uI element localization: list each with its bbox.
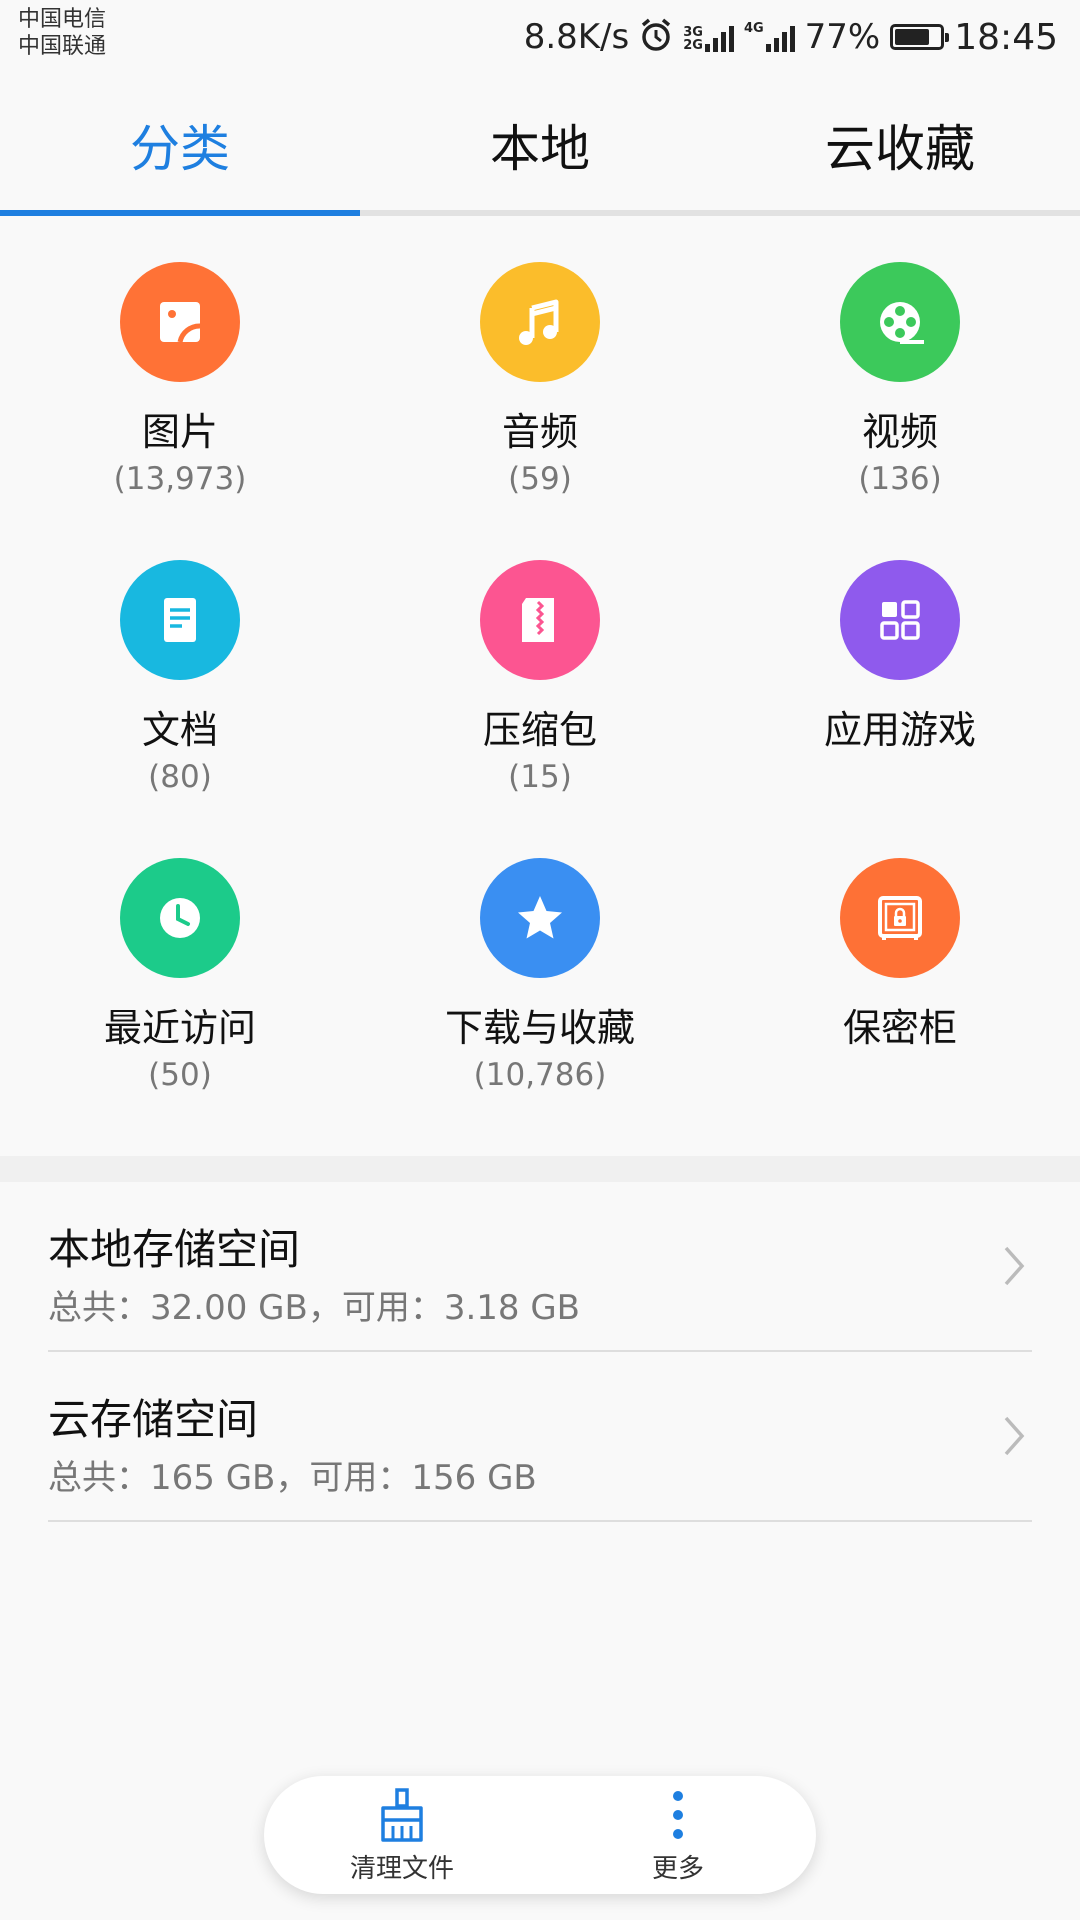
category-label: 音频 xyxy=(501,410,578,454)
safe-icon xyxy=(840,858,960,978)
cloud-storage-row[interactable]: 云存储空间 总共：165 GB，可用：156 GB xyxy=(48,1352,1032,1522)
signal-4g-icon: 4G xyxy=(744,22,795,52)
row-divider xyxy=(48,1520,1032,1522)
alarm-icon xyxy=(639,18,673,56)
more-label: 更多 xyxy=(651,1853,704,1884)
tab-bar: 分类 本地 云收藏 xyxy=(0,80,1080,210)
category-safe[interactable]: 保密柜 xyxy=(720,858,1080,1156)
local-storage-title: 本地存储空间 xyxy=(48,1225,301,1274)
star-icon xyxy=(480,858,600,978)
status-bar: 中国电信 中国联通 8.8K/s 3G 2G 4G 77% 18:45 xyxy=(0,0,1080,72)
network-speed: 8.8K/s xyxy=(523,17,630,57)
section-divider xyxy=(0,1156,1080,1182)
signal-tag-2g: 2G xyxy=(683,38,703,53)
carrier-names: 中国电信 中国联通 xyxy=(18,6,106,60)
category-grid: 图片 (13,973) 音频 (59) 视频 (136) 文档 (80) 压缩包… xyxy=(0,262,1080,1156)
chevron-right-icon xyxy=(1004,1416,1025,1456)
category-label: 文档 xyxy=(141,708,218,752)
tab-track xyxy=(0,210,1080,216)
category-count: (10,786) xyxy=(473,1057,607,1093)
cloud-storage-detail: 总共：165 GB，可用：156 GB xyxy=(48,1458,537,1498)
category-archives[interactable]: 压缩包 (15) xyxy=(360,560,720,858)
category-label: 应用游戏 xyxy=(823,708,976,752)
more-vertical-icon xyxy=(673,1790,683,1839)
clock-icon xyxy=(120,858,240,978)
bottom-action-bar: 清理文件 更多 xyxy=(264,1776,816,1894)
category-audio[interactable]: 音频 (59) xyxy=(360,262,720,560)
cloud-storage-title: 云存储空间 xyxy=(48,1395,259,1444)
category-images[interactable]: 图片 (13,973) xyxy=(0,262,360,560)
category-count: (13,973) xyxy=(113,461,247,497)
category-count: (136) xyxy=(858,461,942,497)
signal-3g-icon: 3G 2G xyxy=(683,22,734,52)
tab-categories[interactable]: 分类 xyxy=(0,80,360,210)
category-downloads-favorites[interactable]: 下载与收藏 (10,786) xyxy=(360,858,720,1156)
status-indicators: 8.8K/s 3G 2G 4G 77% 18:45 xyxy=(524,12,1058,62)
carrier-2: 中国联通 xyxy=(18,34,107,59)
film-reel-icon xyxy=(840,262,960,382)
category-label: 下载与收藏 xyxy=(444,1006,635,1050)
music-note-icon xyxy=(480,262,600,382)
clock: 18:45 xyxy=(954,16,1058,58)
chevron-right-icon xyxy=(1004,1246,1025,1286)
category-count: (59) xyxy=(508,461,572,497)
category-count: (50) xyxy=(148,1057,212,1093)
category-apps-games[interactable]: 应用游戏 xyxy=(720,560,1080,858)
local-storage-row[interactable]: 本地存储空间 总共：32.00 GB，可用：3.18 GB xyxy=(48,1182,1032,1352)
tab-local[interactable]: 本地 xyxy=(360,80,720,210)
category-documents[interactable]: 文档 (80) xyxy=(0,560,360,858)
more-button[interactable]: 更多 xyxy=(540,1776,816,1894)
category-label: 最近访问 xyxy=(103,1006,256,1050)
battery-icon xyxy=(890,24,950,50)
category-label: 图片 xyxy=(141,410,218,454)
clean-files-label: 清理文件 xyxy=(349,1853,454,1884)
carrier-1: 中国电信 xyxy=(18,7,107,32)
category-label: 压缩包 xyxy=(482,708,597,752)
broom-icon xyxy=(381,1787,423,1842)
image-icon xyxy=(120,262,240,382)
battery-percent: 77% xyxy=(804,17,881,57)
tab-cloud-favorites[interactable]: 云收藏 xyxy=(720,80,1080,210)
apps-grid-icon xyxy=(840,560,960,680)
local-storage-detail: 总共：32.00 GB，可用：3.18 GB xyxy=(48,1288,580,1328)
category-count: (15) xyxy=(508,759,572,795)
zip-icon xyxy=(480,560,600,680)
clean-files-button[interactable]: 清理文件 xyxy=(264,1776,540,1894)
category-label: 保密柜 xyxy=(842,1006,957,1050)
category-recent[interactable]: 最近访问 (50) xyxy=(0,858,360,1156)
category-video[interactable]: 视频 (136) xyxy=(720,262,1080,560)
document-icon xyxy=(120,560,240,680)
signal-tag-4g: 4G xyxy=(743,21,764,36)
tab-indicator xyxy=(0,210,360,216)
category-label: 视频 xyxy=(861,410,938,454)
category-count: (80) xyxy=(148,759,212,795)
